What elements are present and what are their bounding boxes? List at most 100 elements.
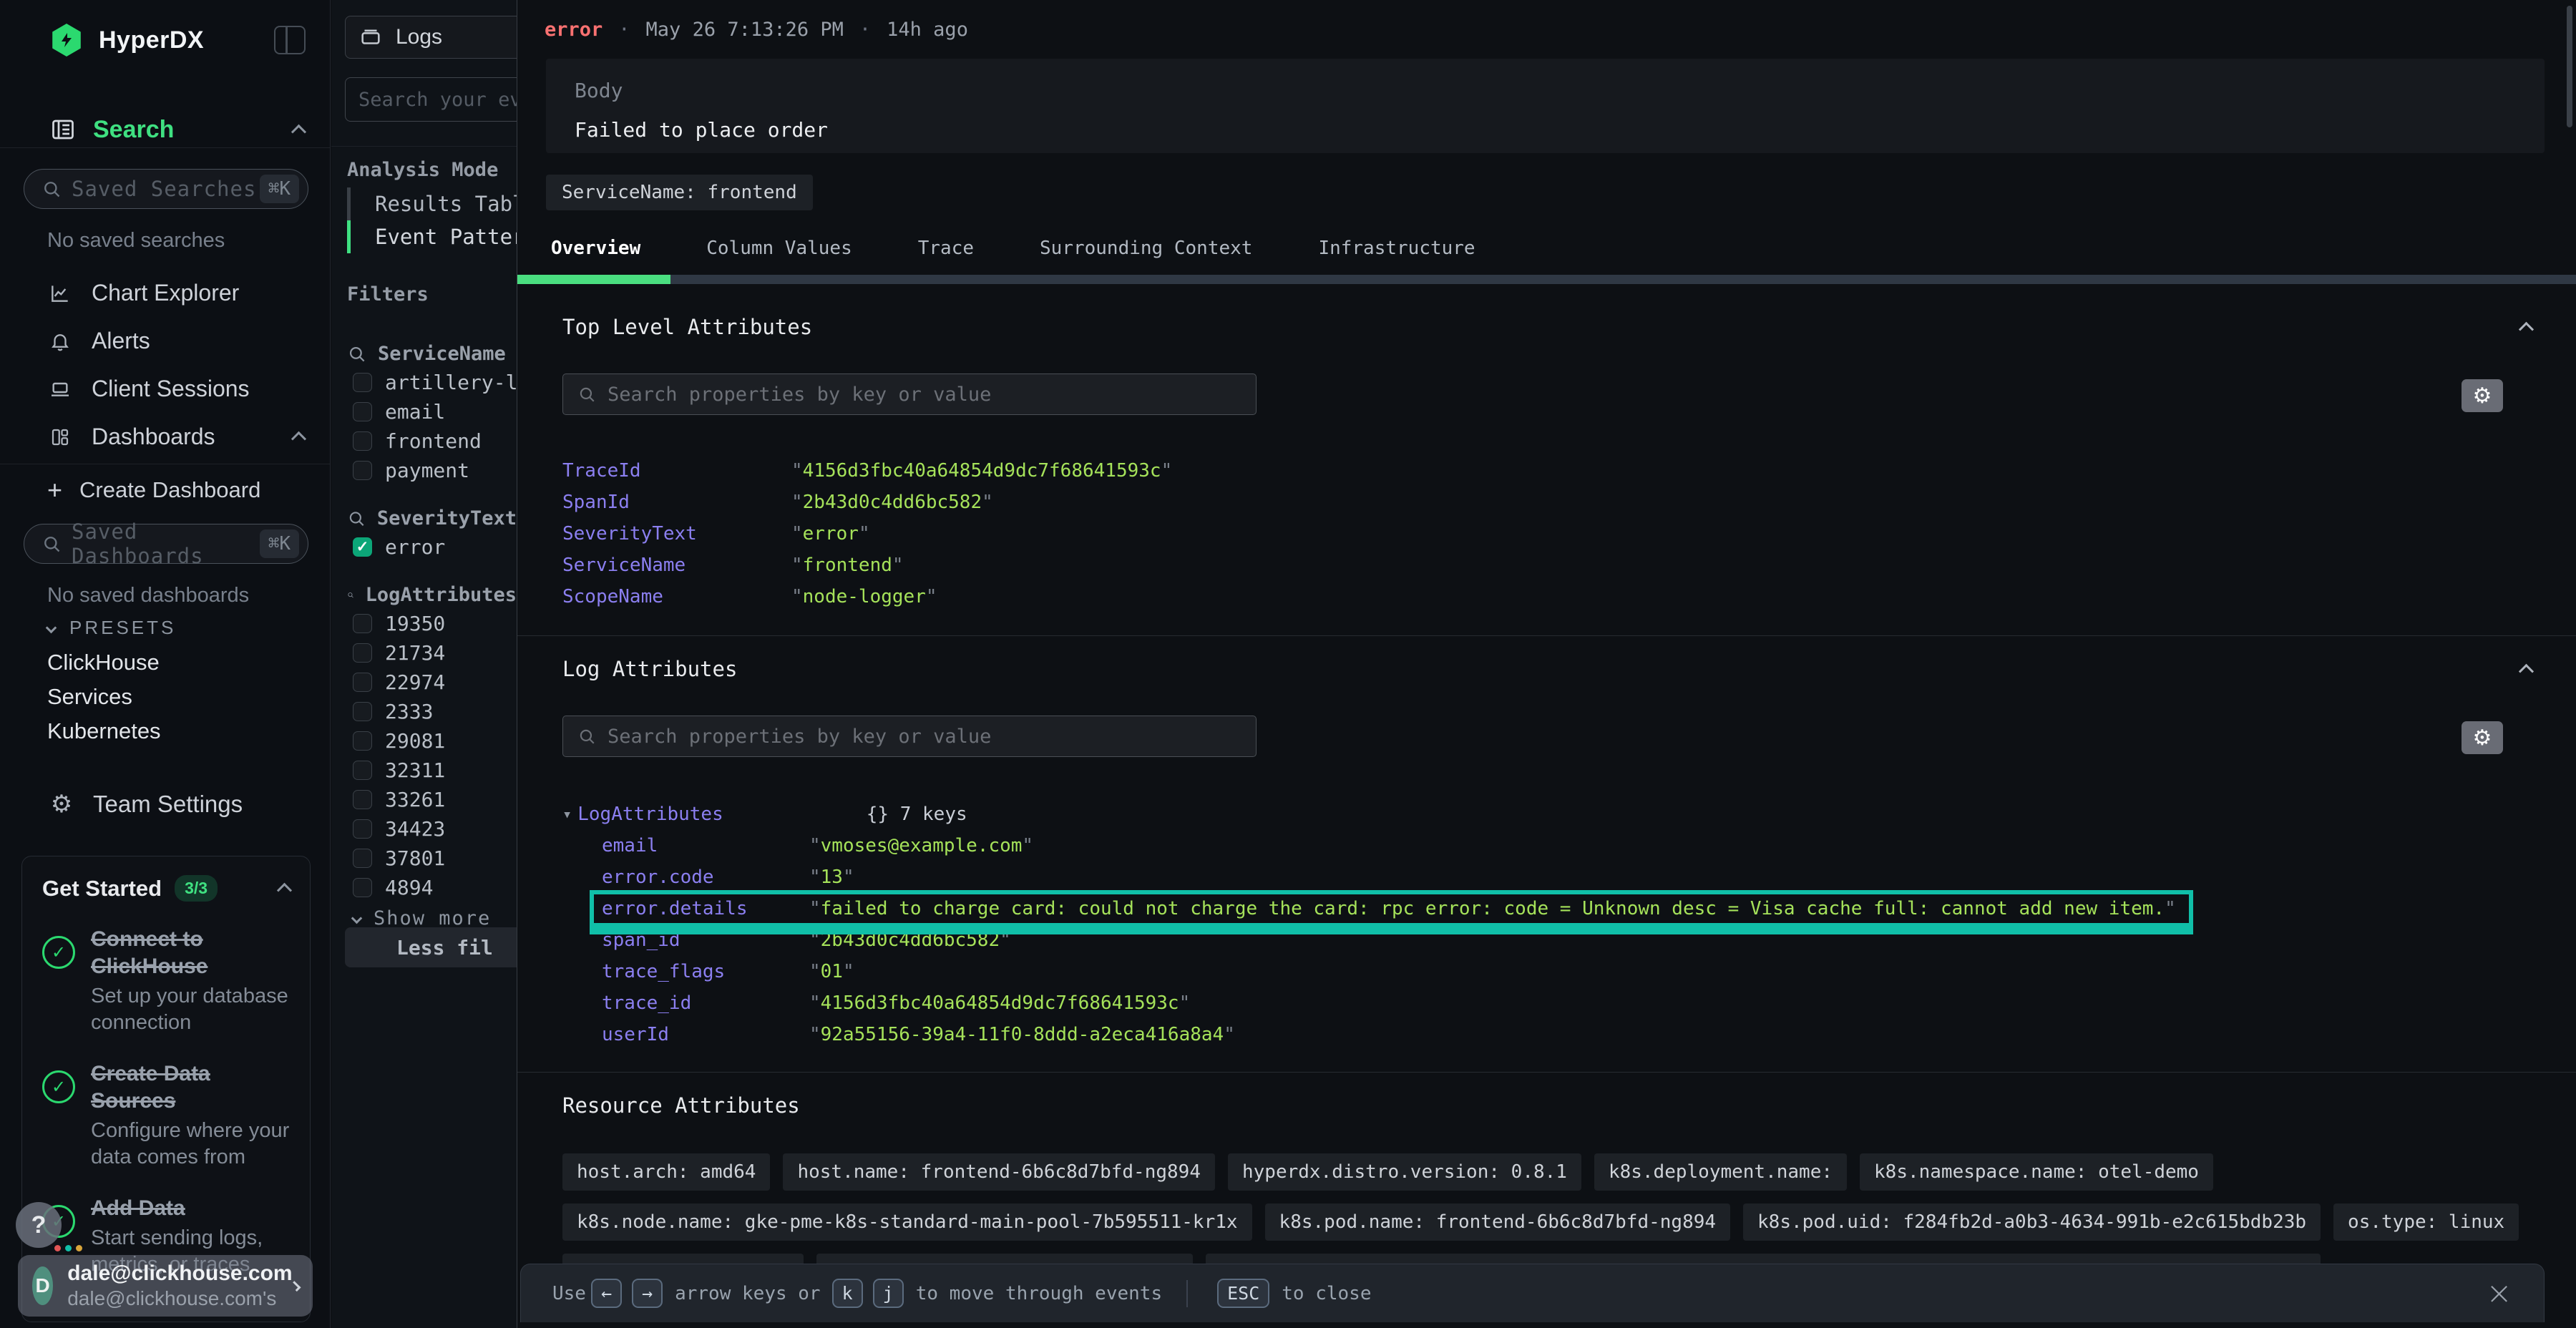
attribute-row-servicename[interactable]: ServiceNamefrontend bbox=[562, 550, 904, 581]
filter-option-33261[interactable]: 33261 bbox=[347, 785, 517, 814]
resource-tag[interactable]: host.arch: amd64 bbox=[562, 1153, 770, 1191]
filter-option-19350[interactable]: 19350 bbox=[347, 609, 517, 638]
checkbox[interactable] bbox=[353, 819, 372, 839]
checkbox[interactable] bbox=[353, 849, 372, 868]
resource-tag[interactable]: k8s.pod.uid: f284fb2d-a0b3-4634-991b-e2c… bbox=[1743, 1204, 2321, 1241]
chevron-up-icon[interactable] bbox=[2519, 321, 2534, 336]
checkbox[interactable] bbox=[353, 731, 372, 751]
logo-row: HyperDX bbox=[0, 20, 330, 60]
attribute-row-error-details[interactable]: error.detailsfailed to charge card: coul… bbox=[562, 893, 2176, 924]
sidebar-item-alerts[interactable]: Alerts bbox=[0, 317, 330, 365]
event-search-input[interactable]: Search your ev bbox=[345, 77, 517, 122]
close-icon[interactable]: × bbox=[2486, 1278, 2512, 1309]
less-filters-button[interactable]: Less fil bbox=[345, 927, 517, 967]
filter-option-artillery-loa[interactable]: artillery-loa bbox=[347, 368, 517, 397]
resource-tag[interactable]: hyperdx.distro.version: 0.8.1 bbox=[1228, 1153, 1581, 1191]
sidebar-collapse-icon[interactable] bbox=[274, 26, 306, 54]
attribute-row-traceid[interactable]: TraceId4156d3fbc40a64854d9dc7f68641593c bbox=[562, 455, 1172, 487]
resource-tag[interactable]: k8s.deployment.name: bbox=[1594, 1153, 1847, 1191]
property-search-input[interactable]: Search properties by key or value bbox=[562, 374, 1257, 415]
checkbox[interactable] bbox=[353, 878, 372, 897]
attribute-row-email[interactable]: emailvmoses@example.com bbox=[562, 830, 1033, 861]
get-started-step-connect-to-clickhouse[interactable]: ✓Connect to ClickHouseSet up your databa… bbox=[42, 926, 290, 1036]
service-name-tag[interactable]: ServiceName: frontend bbox=[546, 175, 813, 210]
sidebar-item-client-sessions[interactable]: Client Sessions bbox=[0, 365, 330, 413]
checkbox[interactable] bbox=[353, 614, 372, 633]
attribute-row-trace-id[interactable]: trace_id4156d3fbc40a64854d9dc7f68641593c bbox=[562, 987, 1190, 1019]
attribute-row-spanid[interactable]: SpanId2b43d0c4dd6bc582 bbox=[562, 487, 993, 518]
preset-item-clickhouse[interactable]: ClickHouse bbox=[0, 645, 330, 680]
dashboards-grid-icon bbox=[47, 426, 73, 448]
user-menu[interactable]: D dale@clickhouse.com dale@clickhouse.co… bbox=[18, 1255, 313, 1317]
resource-tag[interactable]: k8s.node.name: gke-pme-k8s-standard-main… bbox=[562, 1204, 1252, 1241]
filter-option-34423[interactable]: 34423 bbox=[347, 814, 517, 844]
chevron-up-icon[interactable] bbox=[277, 883, 292, 898]
log-attributes-tree-root[interactable]: ▾ LogAttributes {} 7 keys bbox=[562, 799, 2545, 830]
create-dashboard-button[interactable]: + Create Dashboard bbox=[47, 475, 260, 505]
settings-gear-button[interactable]: ⚙ bbox=[2462, 721, 2503, 754]
saved-searches-input[interactable]: Saved Searches ⌘K bbox=[24, 169, 308, 209]
sidebar-item-chart-explorer[interactable]: Chart Explorer bbox=[0, 269, 330, 317]
get-started-step-create-data-sources[interactable]: ✓Create Data SourcesConfigure where your… bbox=[42, 1060, 290, 1171]
checkbox[interactable] bbox=[353, 673, 372, 692]
arrow-left-key: ← bbox=[591, 1279, 622, 1308]
filter-option-32311[interactable]: 32311 bbox=[347, 756, 517, 785]
help-button[interactable]: ? bbox=[16, 1202, 62, 1248]
filter-option-payment[interactable]: payment bbox=[347, 456, 517, 485]
sidebar-item-search[interactable]: Search bbox=[0, 112, 330, 147]
checkbox[interactable] bbox=[353, 790, 372, 809]
attribute-row-trace-flags[interactable]: trace_flags01 bbox=[562, 956, 854, 987]
chevron-up-icon[interactable] bbox=[291, 124, 306, 139]
saved-dashboards-input[interactable]: Saved Dashboards ⌘K bbox=[24, 524, 308, 564]
checkbox[interactable] bbox=[353, 761, 372, 780]
tab-trace[interactable]: Trace bbox=[918, 238, 974, 278]
sidebar-item-team-settings[interactable]: ⚙ Team Settings bbox=[0, 784, 330, 824]
preset-item-kubernetes[interactable]: Kubernetes bbox=[0, 714, 330, 748]
settings-gear-button[interactable]: ⚙ bbox=[2462, 379, 2503, 412]
checkbox[interactable] bbox=[353, 643, 372, 663]
tab-surrounding-context[interactable]: Surrounding Context bbox=[1040, 238, 1252, 278]
attribute-row-scopename[interactable]: ScopeNamenode-logger bbox=[562, 581, 937, 612]
sidebar-item-dashboards[interactable]: Dashboards bbox=[0, 413, 330, 461]
tab-infrastructure[interactable]: Infrastructure bbox=[1318, 238, 1475, 278]
filter-option-21734[interactable]: 21734 bbox=[347, 638, 517, 668]
filter-option-label: 29081 bbox=[385, 729, 445, 753]
checkbox[interactable] bbox=[353, 431, 372, 451]
checkbox[interactable] bbox=[353, 402, 372, 421]
filter-option-2333[interactable]: 2333 bbox=[347, 697, 517, 726]
resource-tag[interactable]: host.name: frontend-6b6c8d7bfd-ng894 bbox=[783, 1153, 1215, 1191]
tab-overview[interactable]: Overview bbox=[551, 238, 640, 278]
chevron-up-icon[interactable] bbox=[2519, 663, 2534, 678]
attribute-row-span-id[interactable]: span_id2b43d0c4dd6bc582 bbox=[562, 924, 1011, 956]
source-select[interactable]: Logs bbox=[345, 16, 517, 59]
filter-option-22974[interactable]: 22974 bbox=[347, 668, 517, 697]
checkbox[interactable] bbox=[353, 461, 372, 480]
resource-tag[interactable]: k8s.namespace.name: otel-demo bbox=[1860, 1153, 2213, 1191]
filter-option-37801[interactable]: 37801 bbox=[347, 844, 517, 873]
attribute-row-error-code[interactable]: error.code13 bbox=[562, 861, 854, 893]
property-search-input[interactable]: Search properties by key or value bbox=[562, 716, 1257, 757]
property-search-placeholder: Search properties by key or value bbox=[608, 384, 991, 406]
filter-option-frontend[interactable]: frontend bbox=[347, 426, 517, 456]
analysis-mode-results-table[interactable]: Results Table bbox=[347, 187, 517, 220]
tab-column-values[interactable]: Column Values bbox=[706, 238, 852, 278]
chevron-up-icon[interactable] bbox=[291, 431, 306, 446]
filter-option-error[interactable]: error bbox=[347, 532, 517, 562]
resource-tag[interactable]: os.type: linux bbox=[2333, 1204, 2519, 1241]
checkbox[interactable] bbox=[353, 373, 372, 392]
scrollbar-thumb[interactable] bbox=[2567, 6, 2572, 127]
filter-option-4894[interactable]: 4894 bbox=[347, 873, 517, 902]
filter-option-29081[interactable]: 29081 bbox=[347, 726, 517, 756]
presets-toggle[interactable]: PRESETS bbox=[47, 617, 176, 639]
filter-option-email[interactable]: email bbox=[347, 397, 517, 426]
resource-tag[interactable]: k8s.pod.name: frontend-6b6c8d7bfd-ng894 bbox=[1265, 1204, 1730, 1241]
get-started-items: ✓Connect to ClickHouseSet up your databa… bbox=[42, 926, 290, 1278]
analysis-mode-event-patterns[interactable]: Event Patterns bbox=[347, 220, 517, 253]
checkbox[interactable] bbox=[353, 702, 372, 721]
checkbox-checked[interactable] bbox=[353, 537, 372, 557]
attribute-row-severitytext[interactable]: SeverityTexterror bbox=[562, 518, 870, 550]
attribute-row-userid[interactable]: userId92a55156-39a4-11f0-8ddd-a2eca416a8… bbox=[562, 1019, 1235, 1050]
preset-item-services[interactable]: Services bbox=[0, 680, 330, 714]
tree-caret-icon[interactable]: ▾ bbox=[562, 806, 572, 824]
filter-option-label: 21734 bbox=[385, 641, 445, 665]
